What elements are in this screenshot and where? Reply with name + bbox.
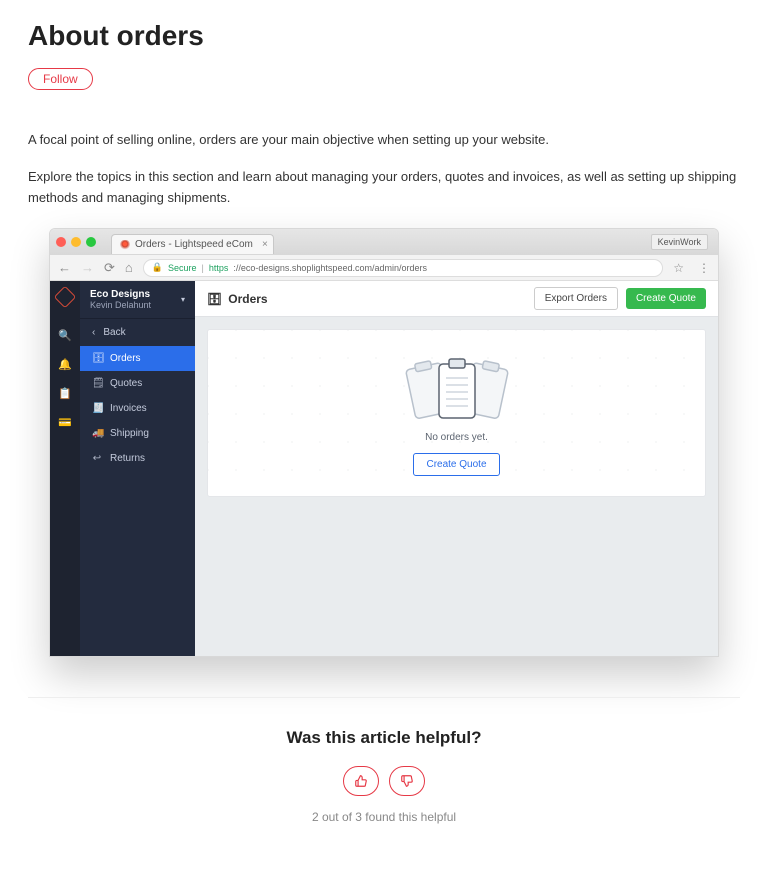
chevron-left-icon: ‹ bbox=[92, 327, 95, 338]
nav-home-icon[interactable]: ⌂ bbox=[125, 261, 133, 274]
nav-reload-icon[interactable]: ⟳ bbox=[104, 261, 115, 274]
address-bar[interactable]: 🔒 Secure | https://eco-designs.shoplight… bbox=[143, 259, 663, 277]
create-quote-button[interactable]: Create Quote bbox=[626, 288, 706, 309]
export-orders-button[interactable]: Export Orders bbox=[534, 287, 618, 310]
menu-icon[interactable]: ⋮ bbox=[698, 261, 710, 275]
content-title: Orders bbox=[228, 292, 267, 306]
store-name: Eco Designs bbox=[90, 289, 151, 300]
invoices-icon: 🧾 bbox=[92, 403, 102, 414]
follow-button[interactable]: Follow bbox=[28, 68, 93, 90]
quotes-icon: 🗒 bbox=[92, 378, 102, 389]
helpful-count: 2 out of 3 found this helpful bbox=[28, 810, 740, 824]
window-minimize-icon bbox=[71, 237, 81, 247]
sidebar-item-label: Returns bbox=[110, 453, 145, 464]
nav-forward-icon[interactable]: → bbox=[81, 261, 94, 274]
create-quote-empty-button[interactable]: Create Quote bbox=[413, 453, 499, 476]
orders-icon: 🗄 bbox=[92, 353, 102, 364]
user-name: Kevin Delahunt bbox=[90, 300, 151, 310]
feedback-title: Was this article helpful? bbox=[28, 728, 740, 748]
sidebar-item-orders[interactable]: 🗄 Orders bbox=[80, 346, 195, 371]
tab-title: Orders - Lightspeed eCom bbox=[135, 239, 253, 250]
url-rest: ://eco-designs.shoplightspeed.com/admin/… bbox=[233, 263, 427, 273]
sidebar-item-label: Quotes bbox=[110, 378, 142, 389]
sidebar-item-label: Orders bbox=[110, 353, 141, 364]
chevron-down-icon: ▾ bbox=[181, 295, 185, 304]
thumbs-up-icon bbox=[354, 774, 368, 788]
window-zoom-icon bbox=[86, 237, 96, 247]
shipping-icon: 🚚 bbox=[92, 428, 102, 439]
sidebar-back[interactable]: ‹ Back bbox=[80, 319, 195, 346]
list-icon[interactable]: 📋 bbox=[58, 387, 72, 400]
card-icon[interactable]: 💳 bbox=[58, 416, 72, 429]
sidebar-item-label: Shipping bbox=[110, 428, 149, 439]
window-close-icon bbox=[56, 237, 66, 247]
intro-paragraph-1: A focal point of selling online, orders … bbox=[28, 130, 740, 151]
clipboard-icon bbox=[402, 354, 512, 424]
thumbs-down-icon bbox=[400, 774, 414, 788]
returns-icon: ↩ bbox=[92, 453, 102, 464]
screenshot-browser-frame: Orders - Lightspeed eCom × KevinWork ← →… bbox=[49, 228, 719, 657]
browser-tab[interactable]: Orders - Lightspeed eCom × bbox=[111, 234, 274, 254]
sidebar-item-label: Invoices bbox=[110, 403, 147, 414]
page-title: About orders bbox=[28, 20, 740, 52]
sidebar-header[interactable]: Eco Designs Kevin Delahunt ▾ bbox=[80, 281, 195, 319]
tab-favicon-icon bbox=[120, 240, 130, 250]
vote-down-button[interactable] bbox=[389, 766, 425, 796]
icon-rail: 🔍 🔔 📋 💳 bbox=[50, 281, 80, 656]
intro-paragraph-2: Explore the topics in this section and l… bbox=[28, 167, 740, 209]
vote-up-button[interactable] bbox=[343, 766, 379, 796]
bookmark-icon[interactable]: ☆ bbox=[673, 261, 684, 275]
empty-state: No orders yet. Create Quote bbox=[207, 329, 706, 497]
browser-profile-badge: KevinWork bbox=[651, 234, 708, 250]
url-scheme: https bbox=[209, 263, 229, 273]
lock-icon: 🔒 bbox=[152, 262, 163, 273]
sidebar-secondary: Eco Designs Kevin Delahunt ▾ ‹ Back 🗄 Or… bbox=[80, 281, 195, 656]
sidebar-item-shipping[interactable]: 🚚 Shipping bbox=[80, 421, 195, 446]
empty-state-text: No orders yet. bbox=[208, 432, 705, 443]
sidebar-back-label: Back bbox=[103, 327, 125, 338]
sidebar-item-invoices[interactable]: 🧾 Invoices bbox=[80, 396, 195, 421]
sidebar-item-quotes[interactable]: 🗒 Quotes bbox=[80, 371, 195, 396]
divider bbox=[28, 697, 740, 698]
app-logo-icon bbox=[54, 286, 77, 309]
sidebar-item-returns[interactable]: ↩ Returns bbox=[80, 446, 195, 471]
nav-back-icon[interactable]: ← bbox=[58, 261, 71, 274]
archive-icon: 🗄 bbox=[207, 292, 222, 306]
secure-label: Secure bbox=[168, 263, 197, 273]
search-icon[interactable]: 🔍 bbox=[58, 329, 72, 342]
bell-icon[interactable]: 🔔 bbox=[58, 358, 72, 371]
tab-close-icon[interactable]: × bbox=[262, 239, 268, 250]
